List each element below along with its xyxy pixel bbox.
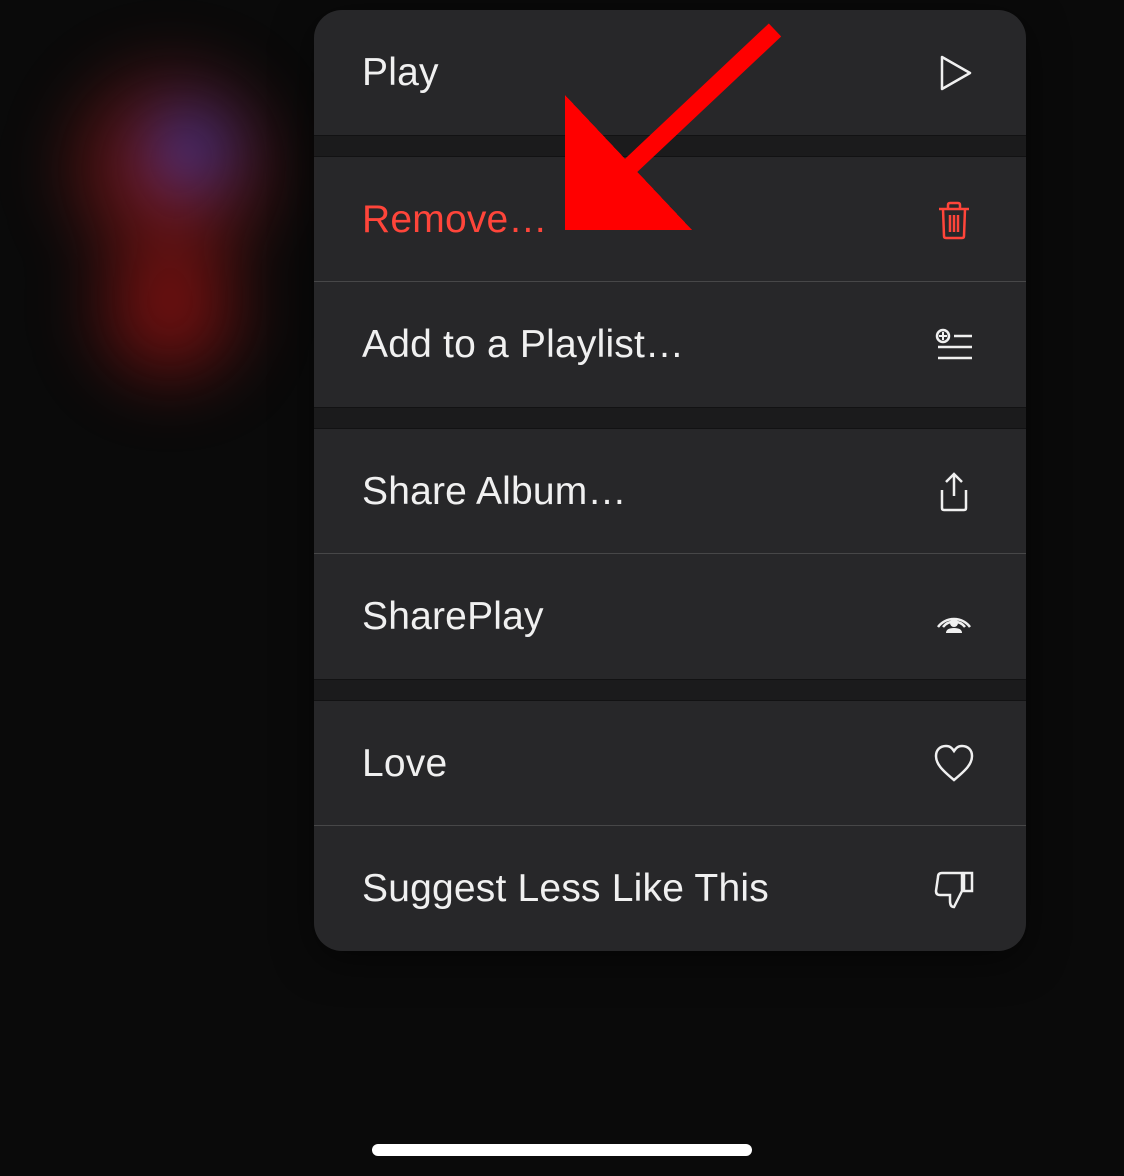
menu-section-separator (314, 135, 1026, 157)
share-icon (930, 468, 978, 516)
menu-item-label: Suggest Less Like This (362, 867, 769, 911)
menu-item-label: Share Album… (362, 470, 627, 514)
menu-section-separator (314, 679, 1026, 701)
remove-menu-item[interactable]: Remove… (314, 157, 1026, 282)
menu-item-label: Remove… (362, 198, 548, 242)
suggest-less-menu-item[interactable]: Suggest Less Like This (314, 826, 1026, 951)
play-menu-item[interactable]: Play (314, 10, 1026, 135)
heart-icon (930, 740, 978, 788)
share-album-menu-item[interactable]: Share Album… (314, 429, 1026, 554)
background-blur (0, 0, 350, 1176)
menu-item-label: Love (362, 742, 447, 786)
shareplay-menu-item[interactable]: SharePlay (314, 554, 1026, 679)
thumbs-down-icon (930, 865, 978, 913)
add-to-list-icon (930, 321, 978, 369)
context-menu: Play Remove… Add to a Playlist… (314, 10, 1026, 951)
shareplay-icon (930, 593, 978, 641)
play-icon (930, 49, 978, 97)
love-menu-item[interactable]: Love (314, 701, 1026, 826)
menu-item-label: SharePlay (362, 595, 544, 639)
menu-item-label: Play (362, 51, 439, 95)
home-indicator[interactable] (372, 1144, 752, 1156)
trash-icon (930, 196, 978, 244)
menu-item-label: Add to a Playlist… (362, 323, 684, 367)
add-to-playlist-menu-item[interactable]: Add to a Playlist… (314, 282, 1026, 407)
menu-section-separator (314, 407, 1026, 429)
